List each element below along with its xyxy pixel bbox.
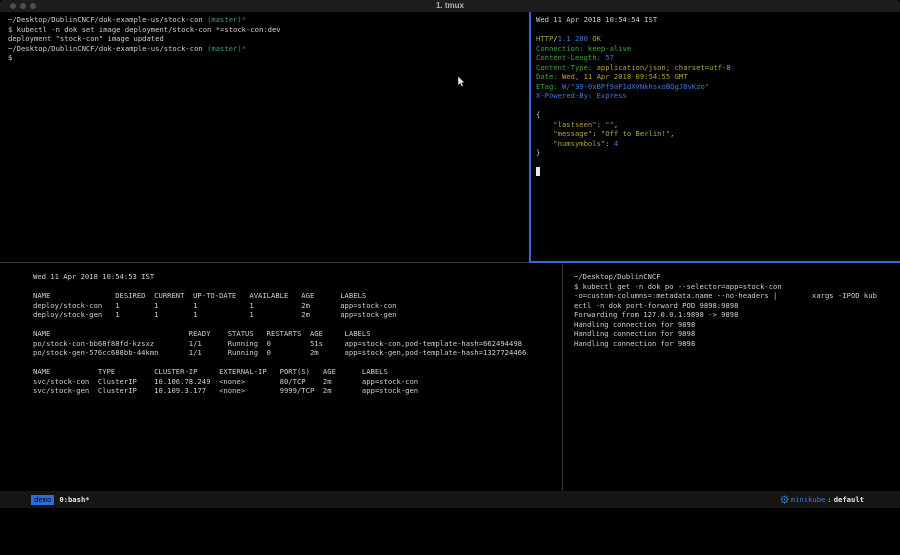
pane-port-forward[interactable]: ~/Desktop/DublinCNCF$ kubectl get -n dok… [564,264,900,491]
terminal-line: Content-Type: application/json; charset=… [536,63,900,73]
kube-namespace: default [834,495,864,504]
port-forward-output: ~/Desktop/DublinCNCF$ kubectl get -n dok… [574,272,900,348]
terminal-line: po/stock-con-bb68f88fd-kzsxz 1/1 Running… [33,339,561,349]
kube-context-status: minikube : default [780,491,864,508]
active-window-tab[interactable]: 0:bash* [59,495,89,504]
terminal-line: NAME DESIRED CURRENT UP-TO-DATE AVAILABL… [33,291,561,301]
terminal-line [536,158,900,168]
http-response-output: Wed 11 Apr 2018 10:54:54 IST HTTP/1.1 200… [536,15,900,177]
terminal-line: Handling connection for 9898 [574,339,900,349]
terminal-line: NAME TYPE CLUSTER-IP EXTERNAL-IP PORT(S)… [33,367,561,377]
pane-divider-horizontal-right[interactable] [529,261,900,263]
terminal-line: Forwarding from 127.0.0.1:9898 -> 9898 [574,310,900,320]
kube-context-name: minikube [791,495,826,504]
terminal-line: { [536,110,900,120]
terminal-line: Handling connection for 9898 [574,320,900,330]
pane-divider-vertical-top[interactable] [529,12,531,262]
pane-http-response[interactable]: Wed 11 Apr 2018 10:54:54 IST HTTP/1.1 200… [531,12,900,262]
terminal-line: po/stock-gen-576cc688bb-44kmn 1/1 Runnin… [33,348,561,358]
pane-divider-vertical-bottom[interactable] [562,263,563,491]
terminal-line: svc/stock-con ClusterIP 10.106.78.249 <n… [33,377,561,387]
session-name-badge: demo [31,495,54,505]
terminal-line [536,101,900,111]
pods-table: NAME READY STATUS RESTARTS AGE LABELSpo/… [33,329,561,358]
terminal-line [536,25,900,35]
window-title: 1. tmux [0,1,900,10]
status-left: demo 0:bash* [31,491,90,508]
terminal-line: Connection: keep-alive [536,44,900,54]
terminal-line: ectl -n dok port-forward POD 9898:9898 [574,301,900,311]
window-titlebar: 1. tmux [0,0,900,12]
mouse-cursor-icon [457,76,466,88]
terminal-line: ETag: W/"39-0xBPf9aF1dXVNkhsxoBQgJ8vKzo" [536,82,900,92]
pane-shell[interactable]: ~/Desktop/DublinCNCF/dok-example-us/stoc… [0,12,529,262]
terminal-line: "lastseen": "", [536,120,900,130]
terminal-line: $ [8,53,529,63]
terminal-line: Handling connection for 9898 [574,329,900,339]
pane-divider-horizontal-left[interactable] [0,262,529,263]
terminal-line: deploy/stock-con 1 1 1 1 2m app=stock-co… [33,301,561,311]
terminal-line [536,167,900,177]
deployments-table: NAME DESIRED CURRENT UP-TO-DATE AVAILABL… [33,291,561,320]
terminal-line: HTTP/1.1 200 OK [536,34,900,44]
terminal-window: 1. tmux ~/Desktop/DublinCNCF/dok-example… [0,0,900,555]
terminal-line: Wed 11 Apr 2018 10:54:54 IST [536,15,900,25]
terminal-line: "message": "Off to Berlin!", [536,129,900,139]
shell-output: ~/Desktop/DublinCNCF/dok-example-us/stoc… [8,15,529,63]
pane-kubectl-watch[interactable]: Wed 11 Apr 2018 10:54:53 IST NAME DESIRE… [0,264,561,491]
terminal-line: } [536,148,900,158]
terminal-line: ~/Desktop/DublinCNCF/dok-example-us/stoc… [8,44,529,54]
kube-separator: : [827,495,831,504]
terminal-line: X-Powered-By: Express [536,91,900,101]
terminal-line: Content-Length: 57 [536,53,900,63]
terminal-line: ~/Desktop/DublinCNCF [574,272,900,282]
watch-timestamp: Wed 11 Apr 2018 10:54:53 IST [33,272,561,282]
terminal-line: svc/stock-gen ClusterIP 10.109.3.177 <no… [33,386,561,396]
terminal-line: ~/Desktop/DublinCNCF/dok-example-us/stoc… [8,15,529,25]
terminal-line: NAME READY STATUS RESTARTS AGE LABELS [33,329,561,339]
services-table: NAME TYPE CLUSTER-IP EXTERNAL-IP PORT(S)… [33,367,561,396]
blank-line [33,358,561,368]
tmux-status-bar: demo 0:bash* minikube : default [0,491,900,508]
terminal-line: $ kubectl -n dok set image deployment/st… [8,25,529,35]
terminal-line: $ kubectl get -n dok po --selector=app=s… [574,282,900,292]
terminal-line: Date: Wed, 11 Apr 2018 09:54:55 GMT [536,72,900,82]
terminal-line: deployment "stock-con" image updated [8,34,529,44]
terminal-line: deploy/stock-gen 1 1 1 1 2m app=stock-ge… [33,310,561,320]
terminal-line: -o=custom-columns=:metadata.name --no-he… [574,291,900,301]
terminal-line: "numsymbols": 4 [536,139,900,149]
kubernetes-icon [780,495,789,504]
blank-line [33,320,561,330]
blank-line [33,282,561,292]
